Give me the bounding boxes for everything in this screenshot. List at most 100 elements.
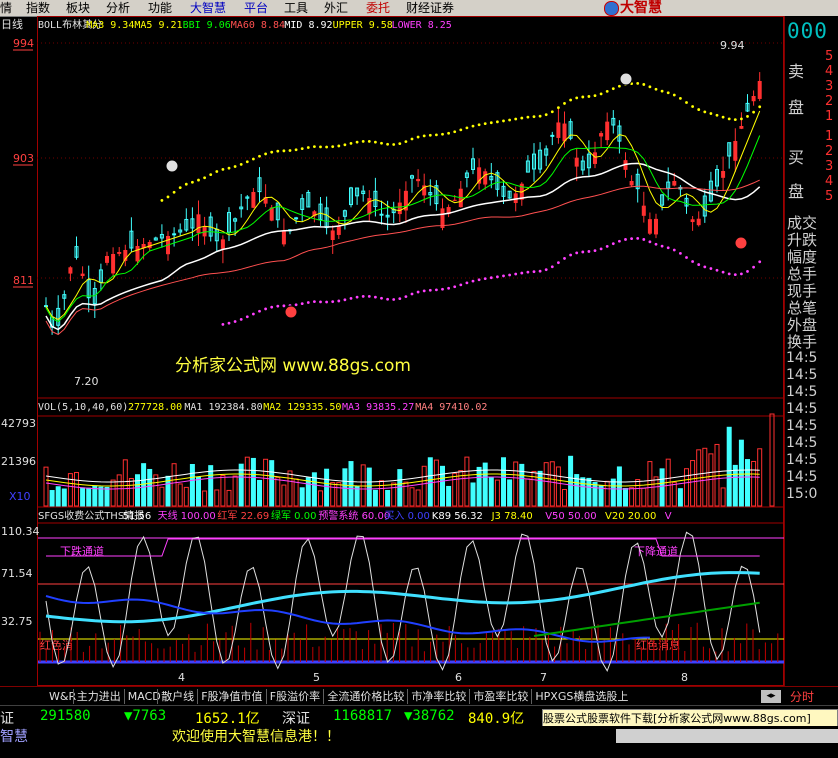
indicator-tab[interactable]: 市盈率比较 [469,689,531,704]
indicator-value: UPPER 9.58 [333,20,393,31]
lower-band-dot [715,268,719,272]
volume-bar [147,468,153,507]
lower-band-dot [672,248,676,252]
watermark-text: 分析家公式网 www.88gs.com [175,356,411,376]
lower-band-dot [618,239,621,243]
candle-body [117,252,122,254]
menu-item[interactable]: 指数 [26,1,50,15]
lower-band-dot [587,250,591,253]
indicator-tab[interactable]: 散户线 [157,689,197,704]
volume-bar [110,479,116,507]
menu-item[interactable]: 工具 [284,1,308,15]
sell-level: 3 [825,79,834,94]
menu-item[interactable]: 委托 [366,1,390,15]
upper-band-dot [569,98,572,102]
tab-intraday[interactable]: 分时 [790,688,814,705]
candle-body [574,157,579,167]
bbi-line [45,135,761,323]
info-toolbar [616,729,838,743]
upper-band-dot [538,114,542,118]
volume-bar [86,487,92,507]
candle-body [80,273,85,277]
volume-ma1 [45,469,760,483]
upper-band-dot [197,178,200,182]
upper-band-dot [374,140,377,144]
signal-face-icon [619,72,633,86]
volume-bar [318,490,323,507]
menu-item[interactable]: 功能 [148,1,172,15]
lower-band-dot [611,242,615,246]
candle-body [397,202,402,215]
lower-band-dot [428,288,432,292]
lower-band-dot [392,298,396,301]
stock-chart[interactable]: 日线 BOLL布林其分MA3 9.34 MA5 9.21 BBI 9.06 MA60 8… [0,16,784,686]
upper-band-dot [453,130,457,134]
tab-scroll-arrows[interactable]: ◂▸ [761,690,781,703]
ticker-app-name: 智慧 [0,729,28,745]
upper-band-dot [380,141,383,145]
upper-band-dot [349,142,353,145]
volume-bar [116,474,122,507]
volume-bar [690,460,696,507]
lower-band-dot [496,275,499,279]
candle-body [336,226,341,235]
lower-band-dot [325,300,328,304]
upper-band-dot [252,157,255,161]
upper-band-dot [520,116,524,120]
indicator-value: 预警系统 60.00 [318,509,390,522]
indicator-tab[interactable]: F股净值市值 [197,689,265,704]
lower-band-dot [630,237,633,240]
upper-band-dot [221,167,225,171]
menu-item[interactable]: 分析 [106,1,130,15]
indicator-tab[interactable]: 市净率比较 [407,689,469,704]
upper-band-dot [435,133,438,137]
volume-bar [513,461,519,507]
upper-band-dot [313,145,316,149]
lower-band-dot [605,245,609,248]
indicator-tab[interactable]: HPXGS横盘选股上 [531,689,631,704]
indicator-value: LOWER 8.25 [392,20,452,31]
upper-band-dot [563,102,566,105]
indicator-tabs: ◂▸ 分时 W&R 主力进出 MACD 散户线 F股净值市值 F股溢价率 全流通价格比较 市净… [0,686,838,706]
lower-band-dot [544,268,548,272]
menu-item[interactable]: 财经证券 [406,1,454,15]
indicator-value: MA60 8.84 [231,20,285,31]
lower-band-dot [758,260,762,264]
blue-line [45,595,650,643]
lower-band-dot [270,305,274,309]
candle-body [550,134,555,137]
lower-band-dot [502,274,505,278]
volume-bar [555,466,561,507]
volume-value: 277728.00 [128,402,182,413]
volume-bar [43,466,49,507]
upper-band-dot [300,147,304,151]
indicator-tab[interactable]: 主力进出 [72,689,124,704]
volume-bar [421,465,427,507]
indicator-tab[interactable]: 全流通价格比较 [323,689,407,704]
mid-line [45,162,761,331]
indicator-tab[interactable]: F股溢价率 [265,689,323,704]
menu-item[interactable]: 情 [0,1,12,15]
lower-band-dot [599,247,603,251]
volume-bar [488,476,494,507]
candle-body [294,217,299,220]
upper-band-dot [666,91,670,95]
menu-item[interactable]: 平台 [244,1,268,15]
lower-band-dot [654,242,658,246]
volume-y-tick: 21396 [1,455,36,468]
buy-label: 买 [788,148,805,167]
buy-level: 2 [825,144,834,159]
volume-bar [226,489,232,507]
upper-band-dot [203,176,207,180]
menu-item[interactable]: 外汇 [324,1,348,15]
menu-item[interactable]: 板块 [66,1,90,15]
volume-bar [653,476,659,507]
volume-bar [177,483,183,507]
lower-band-dot [575,251,579,255]
volume-bar [659,468,665,507]
sell-label: 卖 [788,62,805,81]
volume-bar [738,439,744,507]
indicator-value: 买入 0.00 [384,510,429,522]
menu-item[interactable]: 大智慧 [190,1,226,15]
buy-label: 盘 [788,182,805,201]
